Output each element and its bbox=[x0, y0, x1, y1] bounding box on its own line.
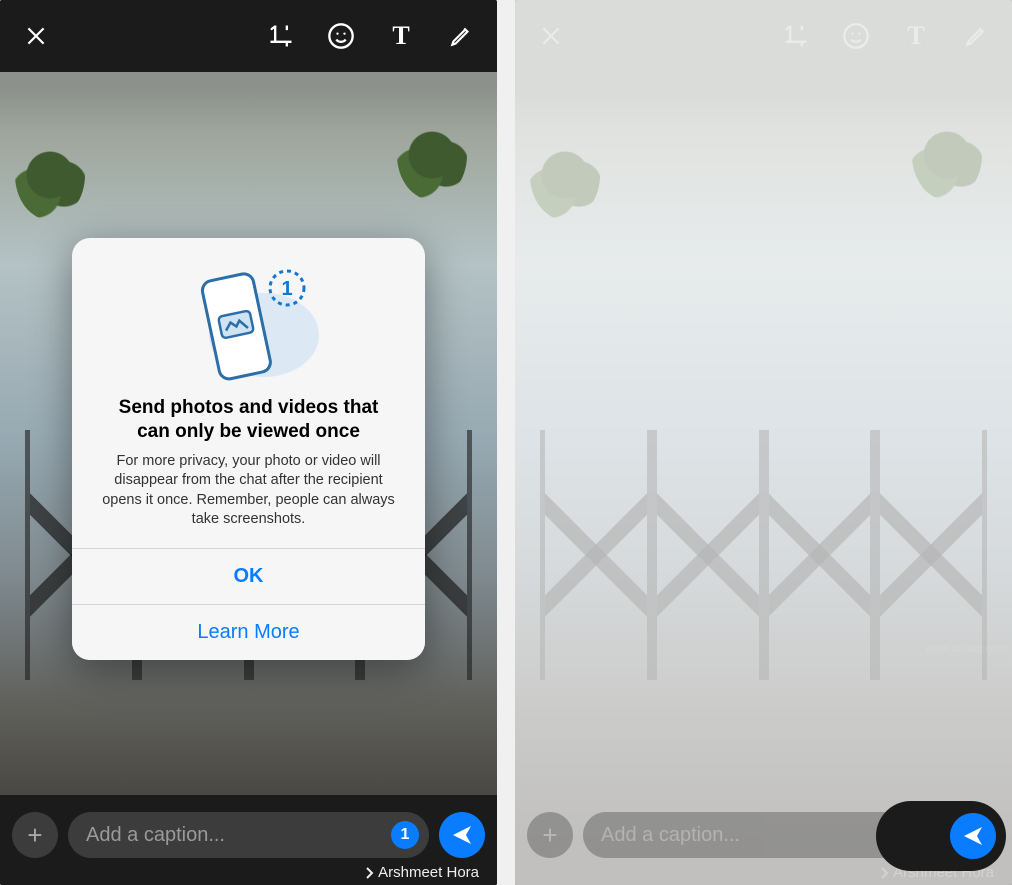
send-highlight bbox=[876, 801, 1006, 871]
close-icon[interactable] bbox=[20, 20, 52, 52]
editor-toolbar: T bbox=[0, 0, 497, 72]
crop-rotate-icon[interactable] bbox=[265, 20, 297, 52]
watermark: www.deuaq.com bbox=[925, 643, 1006, 655]
dialog-title: Send photos and videos that can only be … bbox=[92, 396, 405, 444]
emoji-icon[interactable] bbox=[840, 20, 872, 52]
dialog-illustration: 1 bbox=[92, 260, 405, 390]
view-once-dialog: 1 Send photos and videos that can only b… bbox=[72, 238, 425, 660]
crop-rotate-icon[interactable] bbox=[780, 20, 812, 52]
text-tool-icon[interactable]: T bbox=[900, 20, 932, 52]
emoji-icon[interactable] bbox=[325, 20, 357, 52]
draw-tool-icon[interactable] bbox=[960, 20, 992, 52]
caption-input[interactable]: Add a caption... 1 bbox=[68, 812, 429, 858]
close-icon[interactable] bbox=[535, 20, 567, 52]
recipient-row[interactable]: Arshmeet Hora bbox=[364, 864, 479, 881]
send-button[interactable] bbox=[950, 813, 996, 859]
add-media-button[interactable]: + bbox=[527, 812, 573, 858]
svg-text:1: 1 bbox=[281, 278, 292, 300]
dialog-learn-more-button[interactable]: Learn More bbox=[72, 604, 425, 660]
dialog-body-text: For more privacy, your photo or video wi… bbox=[92, 452, 405, 530]
caption-placeholder: Add a caption... bbox=[86, 824, 391, 847]
recipient-name: Arshmeet Hora bbox=[378, 864, 479, 881]
dialog-ok-button[interactable]: OK bbox=[72, 548, 425, 604]
send-button[interactable] bbox=[439, 812, 485, 858]
screenshot-right: T + Add a caption... 1 Arshmeet Hora www… bbox=[515, 0, 1012, 885]
text-tool-icon[interactable]: T bbox=[385, 20, 417, 52]
editor-toolbar: T bbox=[515, 0, 1012, 72]
dim-overlay bbox=[515, 0, 1012, 885]
add-media-button[interactable]: + bbox=[12, 812, 58, 858]
view-once-toggle[interactable]: 1 bbox=[391, 821, 419, 849]
screenshot-left: T + Add a caption... 1 Arshmeet Hora bbox=[0, 0, 497, 885]
caption-bar: + Add a caption... 1 bbox=[0, 811, 497, 859]
draw-tool-icon[interactable] bbox=[445, 20, 477, 52]
